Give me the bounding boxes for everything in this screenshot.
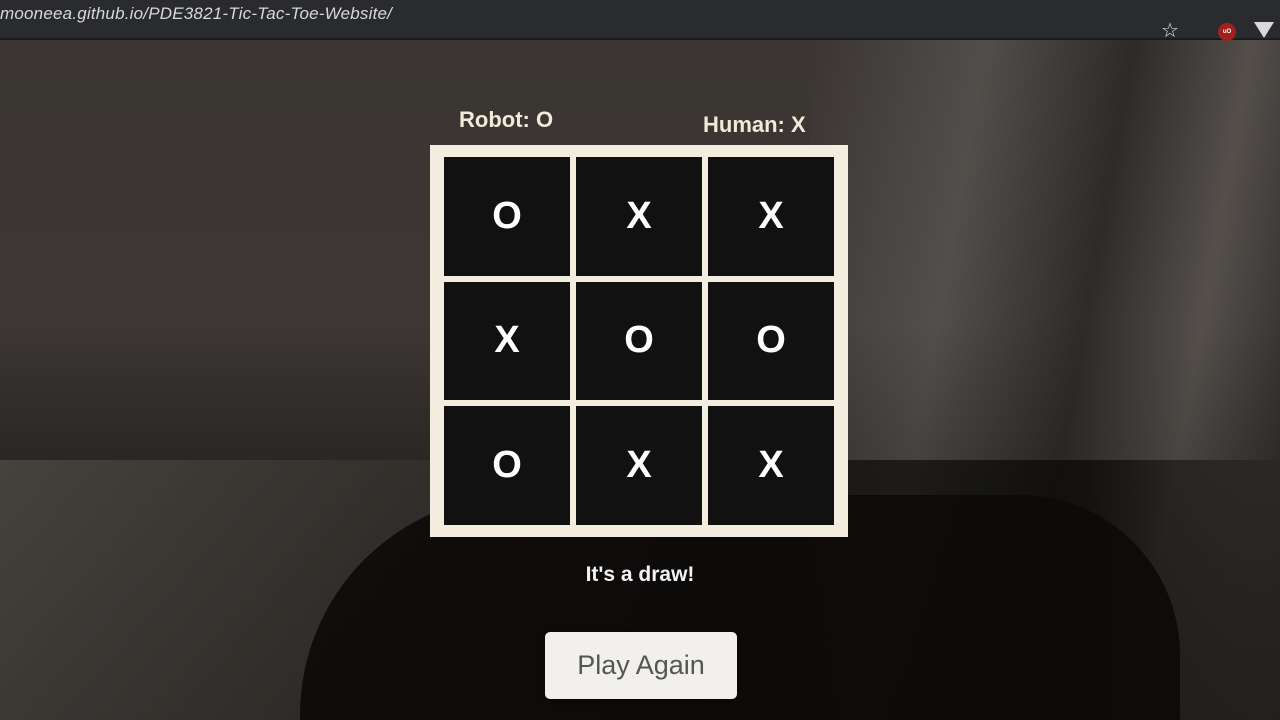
bookmark-star-icon[interactable]: ☆ (1161, 21, 1179, 41)
address-bar[interactable]: mooneea.github.io/PDE3821-Tic-Tac-Toe-We… (0, 4, 392, 24)
board-cell-1[interactable]: O (444, 157, 570, 276)
extension-icon[interactable] (1254, 22, 1274, 38)
robot-score-label: Robot: O (459, 107, 554, 132)
background-window-light (810, 40, 1280, 720)
board-cell-8[interactable]: X (576, 406, 702, 525)
ublock-icon[interactable]: uO (1218, 23, 1236, 41)
game-status-message: It's a draw! (585, 563, 695, 586)
game-board: O X X X O O O X X (430, 145, 848, 537)
human-score-label: Human: X (703, 112, 806, 137)
board-cell-9[interactable]: X (708, 406, 834, 525)
board-cell-7[interactable]: O (444, 406, 570, 525)
board-cell-3[interactable]: X (708, 157, 834, 276)
board-cell-4[interactable]: X (444, 281, 570, 401)
board-cell-6[interactable]: O (708, 281, 834, 401)
board-cell-5[interactable]: O (576, 281, 702, 401)
play-again-button[interactable]: Play Again (545, 632, 737, 699)
board-cell-2[interactable]: X (576, 157, 702, 276)
browser-toolbar: mooneea.github.io/PDE3821-Tic-Tac-Toe-We… (0, 0, 1280, 41)
